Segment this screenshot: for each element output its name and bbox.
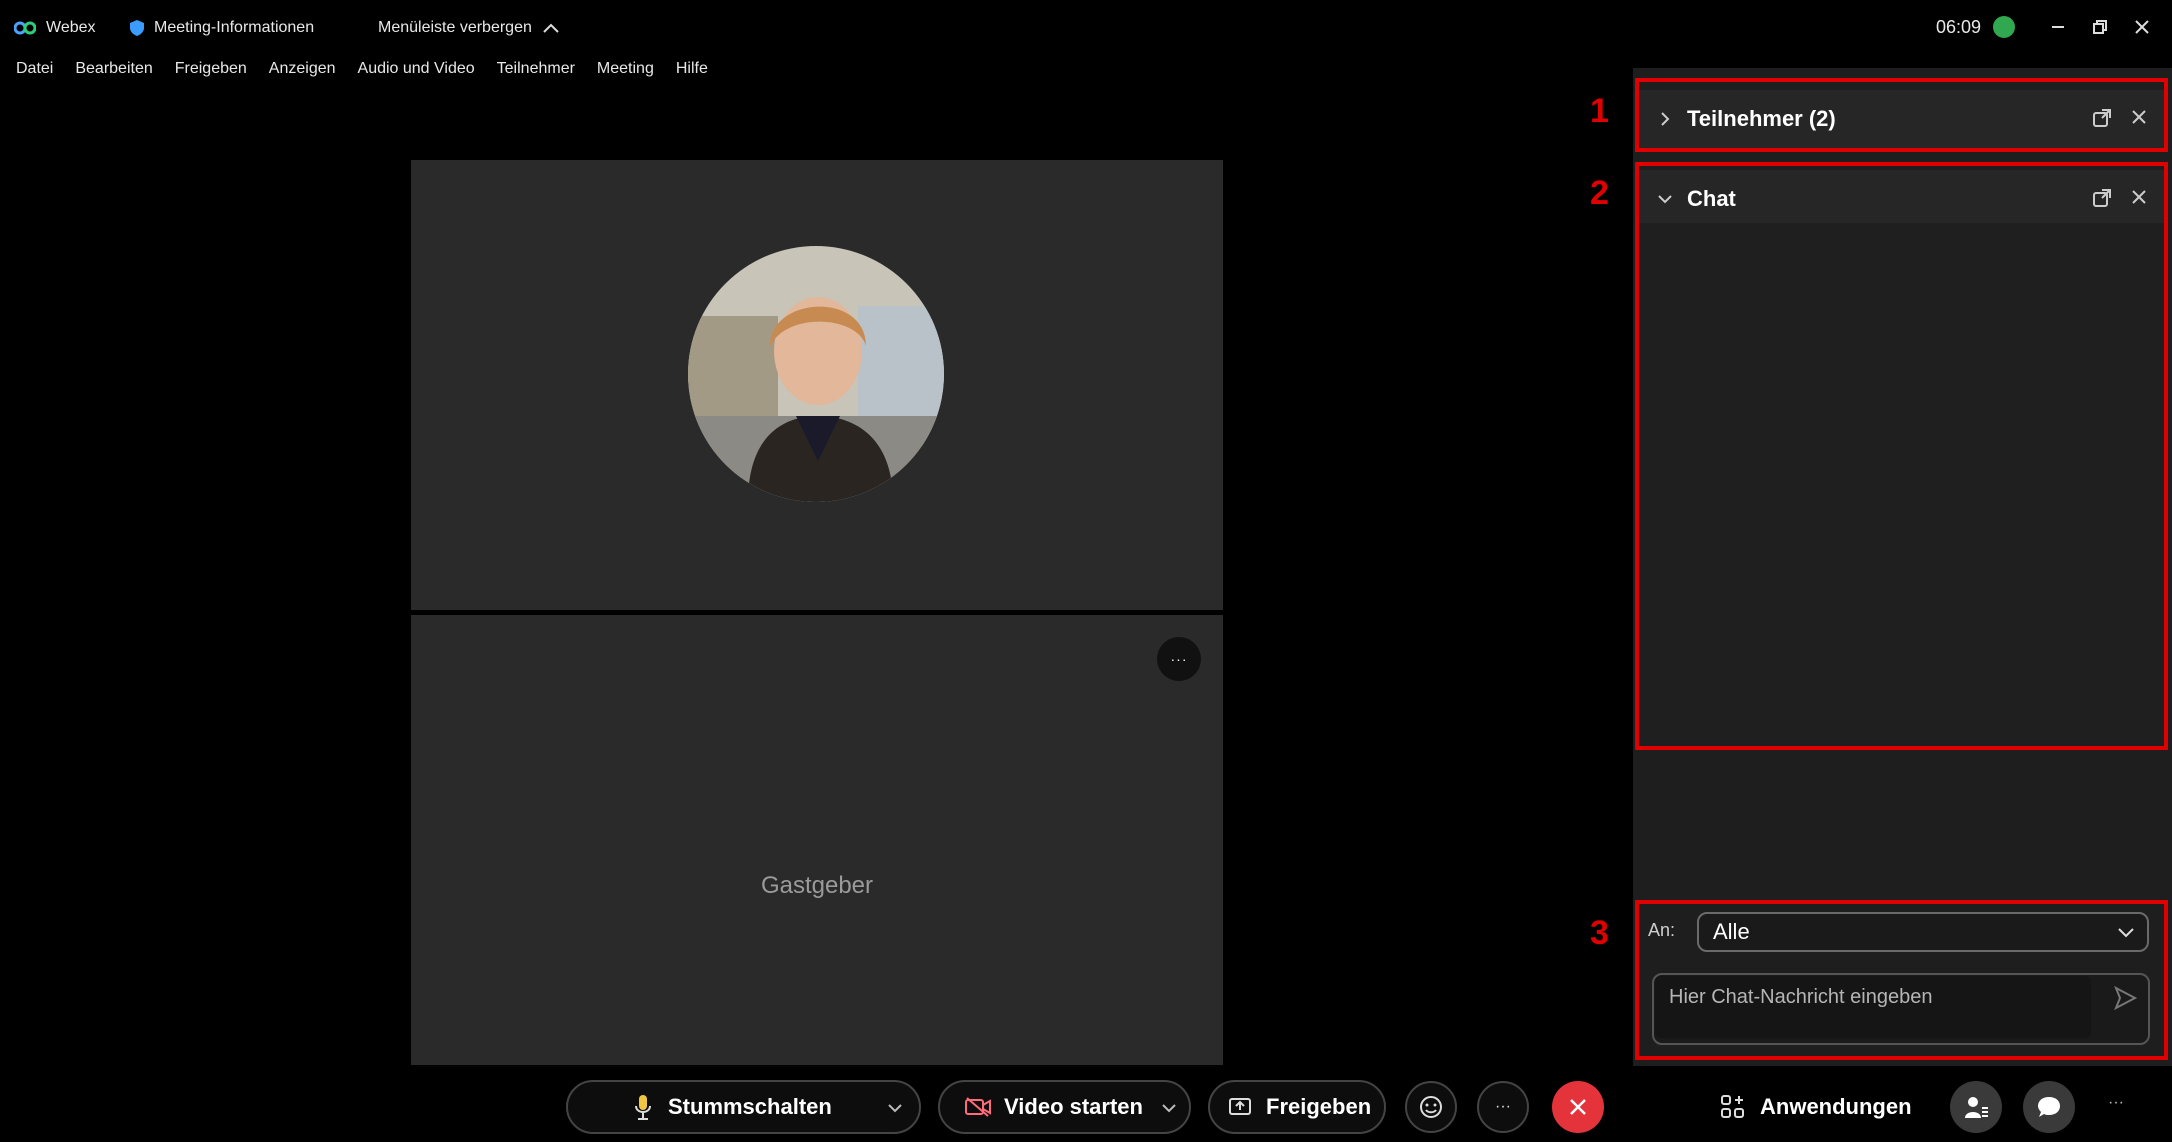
apps-icon [1721, 1095, 1744, 1118]
start-video-label: Video starten [1004, 1094, 1143, 1119]
host-label: Gastgeber [760, 872, 874, 899]
participant-avatar [688, 246, 944, 502]
webex-logo-icon [14, 21, 36, 35]
menu-bar: Datei Bearbeiten Freigeben Anzeigen Audi… [0, 54, 1620, 84]
chat-bubble-icon [2038, 1097, 2060, 1117]
chat-toggle-button[interactable] [2023, 1081, 2075, 1133]
microphone-icon [635, 1095, 651, 1120]
restore-icon[interactable] [2092, 19, 2108, 35]
meeting-info-button[interactable]: Meeting-Informationen [130, 16, 314, 40]
minimize-icon[interactable] [2050, 19, 2066, 35]
app-title: Webex [14, 16, 96, 40]
titlebar-status: 06:09 [1936, 12, 2016, 42]
chevron-down-icon[interactable] [887, 1102, 903, 1114]
annotation-box-3 [1635, 900, 2168, 1060]
network-status-icon [1993, 16, 2016, 38]
hide-menu-label: Menüleiste verbergen [378, 19, 532, 36]
title-bar: Webex Meeting-Informationen Menüleiste v… [0, 0, 2172, 54]
start-video-button[interactable]: Video starten [938, 1080, 1191, 1134]
mute-button[interactable]: Stummschalten [566, 1080, 921, 1134]
shield-icon [130, 20, 144, 36]
window-controls [2050, 12, 2150, 42]
overflow-menu-button[interactable]: ··· [2108, 1094, 2124, 1112]
tile-more-label: ··· [1170, 651, 1188, 667]
chevron-up-icon [543, 23, 559, 33]
more-options-button[interactable]: ··· [1477, 1081, 1529, 1133]
hide-menu-button[interactable]: Menüleiste verbergen [378, 16, 560, 40]
mute-label: Stummschalten [668, 1094, 832, 1119]
app-name: Webex [46, 19, 96, 36]
clock: 06:09 [1936, 16, 1982, 37]
annotation-box-2 [1635, 162, 2168, 750]
annotation-box-1 [1635, 78, 2168, 152]
video-off-icon [965, 1097, 991, 1117]
apps-label: Anwendungen [1760, 1094, 1912, 1119]
menu-bearbeiten[interactable]: Bearbeiten [75, 60, 152, 78]
share-button[interactable]: Freigeben [1208, 1080, 1386, 1134]
video-tile-host[interactable] [411, 615, 1223, 1065]
annotation-number-3: 3 [1590, 914, 1609, 952]
reactions-button[interactable] [1405, 1081, 1457, 1133]
meeting-info-label: Meeting-Informationen [154, 19, 315, 36]
more-options-label: ··· [1495, 1098, 1511, 1115]
menu-teilnehmer[interactable]: Teilnehmer [497, 60, 575, 78]
menu-audio-video[interactable]: Audio und Video [358, 60, 475, 78]
menu-meeting[interactable]: Meeting [597, 60, 654, 78]
menu-hilfe[interactable]: Hilfe [676, 60, 708, 78]
menu-freigeben[interactable]: Freigeben [175, 60, 247, 78]
annotation-number-1: 1 [1590, 92, 1609, 130]
smiley-icon [1420, 1096, 1442, 1118]
annotation-number-2: 2 [1590, 174, 1609, 212]
share-label: Freigeben [1266, 1094, 1372, 1119]
leave-meeting-button[interactable] [1552, 1081, 1604, 1133]
participants-toggle-button[interactable] [1950, 1081, 2002, 1133]
tile-more-options-button[interactable]: ··· [1157, 637, 1201, 681]
share-screen-icon [1229, 1098, 1251, 1115]
apps-button[interactable]: Anwendungen [1720, 1092, 1912, 1122]
chevron-down-icon[interactable] [1161, 1102, 1177, 1114]
close-icon [1570, 1099, 1586, 1115]
menu-datei[interactable]: Datei [16, 60, 53, 78]
close-window-icon[interactable] [2134, 19, 2150, 35]
participants-icon [1965, 1097, 1988, 1118]
menu-anzeigen[interactable]: Anzeigen [269, 60, 336, 78]
